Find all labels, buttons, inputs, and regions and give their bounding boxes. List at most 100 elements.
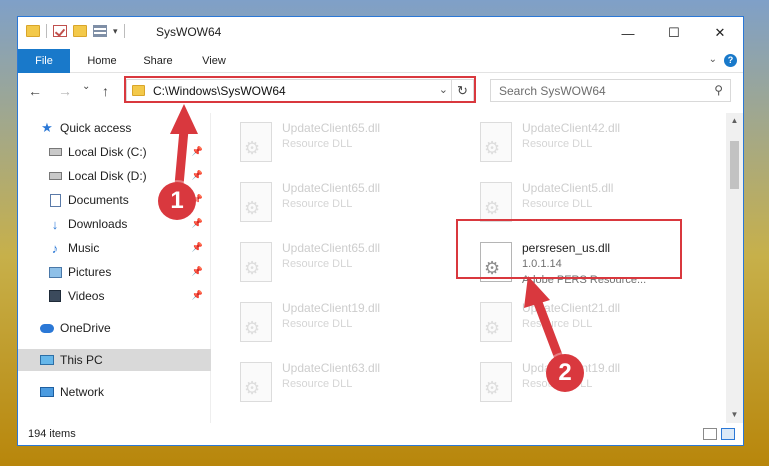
help-icon[interactable]: ? [724,54,737,67]
search-icon[interactable]: ⚲ [714,83,723,97]
address-bar[interactable]: C:\Windows\SysWOW64 ⌄ ↻ [126,79,474,102]
refresh-icon[interactable]: ↻ [451,80,473,101]
file-type: Resource DLL [282,378,353,390]
sidebar-item-label: Pictures [68,265,112,279]
file-item[interactable]: UpdateClient63.dll Resource DLL [234,357,459,407]
file-item[interactable]: UpdateClient65.dll Resource DLL [234,117,459,167]
pictures-icon [48,266,62,278]
sidebar-item-label: Videos [68,289,105,303]
file-type: Resource DLL [282,258,353,270]
sidebar-item-quick-access[interactable]: ★ Quick access [18,117,211,139]
file-name: UpdateClient65.dll [282,241,381,255]
file-item[interactable]: UpdateClient19.dll Resource DLL [474,357,699,407]
file-explorer-window: ▾ SysWOW64 — ☐ ✕ File Home Share View ⌄ … [17,16,744,446]
dll-file-icon [240,242,272,282]
maximize-button[interactable]: ☐ [651,17,697,49]
minimize-button[interactable]: — [605,17,651,49]
dll-file-icon [240,122,272,162]
status-bar: 194 items [18,423,743,445]
search-placeholder: Search SysWOW64 [499,84,606,98]
tab-home[interactable]: Home [80,49,124,73]
sidebar-item-local-disk-c[interactable]: Local Disk (C:) 📌 [18,141,211,163]
tab-view[interactable]: View [192,49,236,73]
file-type: Resource DLL [522,138,593,150]
sidebar-item-label: This PC [60,353,103,367]
tab-file[interactable]: File [18,49,70,73]
sidebar-item-label: Network [60,385,105,399]
file-type: Resource DLL [522,198,593,210]
vertical-scrollbar[interactable]: ▲ ▼ [726,113,743,423]
videos-icon [48,290,62,302]
cloud-icon [40,322,54,334]
star-icon: ★ [41,120,53,135]
folder-icon[interactable] [26,25,40,37]
close-button[interactable]: ✕ [697,17,743,49]
customize-dropdown-icon[interactable]: ▾ [113,26,118,37]
pin-icon[interactable]: 📌 [192,170,203,181]
step-1-marker: 1 [158,182,196,220]
search-input[interactable]: Search SysWOW64 ⚲ [490,79,731,102]
scroll-down-icon[interactable]: ▼ [726,407,743,423]
sidebar-item-label: Quick access [60,121,132,135]
file-item[interactable]: UpdateClient19.dll Resource DLL [234,297,459,347]
pin-icon[interactable]: 📌 [192,218,203,229]
file-type: Resource DLL [282,318,353,330]
network-icon [40,386,54,398]
details-view-icon[interactable] [703,428,717,440]
properties-icon[interactable] [93,25,107,37]
sidebar-item-pictures[interactable]: Pictures 📌 [18,261,211,283]
file-type: Resource DLL [522,318,593,330]
sidebar-item-music[interactable]: ♪ Music 📌 [18,237,211,259]
file-item-persresen-us-dll[interactable]: persresen_us.dll 1.0.1.14 Adobe PERS Res… [474,237,699,293]
dll-file-icon [480,362,512,402]
file-item[interactable]: UpdateClient65.dll Resource DLL [234,177,459,227]
pin-icon[interactable]: 📌 [192,242,203,253]
sidebar-item-label: Local Disk (C:) [68,145,147,159]
pin-icon[interactable]: 📌 [192,266,203,277]
file-item[interactable]: UpdateClient21.dll Resource DLL [474,297,699,347]
file-item[interactable]: UpdateClient42.dll Resource DLL [474,117,699,167]
file-name: UpdateClient19.dll [282,301,381,315]
navigation-pane: ★ Quick access Local Disk (C:) 📌 Local D… [18,113,211,423]
file-name: UpdateClient65.dll [282,121,381,135]
pin-icon[interactable]: 📌 [192,146,203,157]
file-name: UpdateClient42.dll [522,121,621,135]
item-count: 194 items [28,428,76,440]
file-name: persresen_us.dll [522,241,611,255]
window-controls: — ☐ ✕ [605,17,743,49]
file-name: UpdateClient65.dll [282,181,381,195]
scroll-thumb[interactable] [730,141,739,189]
sidebar-item-label: Music [68,241,100,255]
dll-file-icon [240,182,272,222]
file-item[interactable]: UpdateClient65.dll Resource DLL [234,237,459,287]
tiles-view-icon[interactable] [721,428,735,440]
recent-locations-icon[interactable]: ⌄ [82,81,90,92]
sidebar-item-label: Documents [68,193,129,207]
back-arrow-icon[interactable]: ← [28,83,42,99]
expand-ribbon-icon[interactable]: ⌄ [709,54,717,65]
chevron-down-icon[interactable]: ⌄ [439,83,448,96]
quick-access-toolbar: ▾ [26,24,125,38]
downloads-icon: ↓ [51,216,59,232]
new-folder-icon[interactable] [73,25,87,37]
sidebar-item-videos[interactable]: Videos 📌 [18,285,211,307]
ribbon-tabs: File Home Share View ⌄ ? [18,49,743,73]
window-title: SysWOW64 [156,25,222,39]
sidebar-item-this-pc[interactable]: This PC [18,349,211,371]
forward-arrow-icon[interactable]: → [58,83,72,99]
file-item[interactable]: UpdateClient5.dll Resource DLL [474,177,699,227]
address-path[interactable]: C:\Windows\SysWOW64 [153,84,286,98]
dll-file-icon [240,302,272,342]
music-icon: ♪ [51,240,59,256]
pin-icon[interactable]: 📌 [192,290,203,301]
file-type: Resource DLL [282,138,353,150]
up-arrow-icon[interactable]: ↑ [102,83,109,99]
dll-file-icon [480,122,512,162]
sidebar-item-network[interactable]: Network [18,381,211,403]
sidebar-item-onedrive[interactable]: OneDrive [18,317,211,339]
tab-share[interactable]: Share [136,49,180,73]
properties-check-icon[interactable] [53,25,67,37]
scroll-up-icon[interactable]: ▲ [726,113,743,129]
computer-icon [40,354,54,366]
documents-icon [48,193,62,207]
